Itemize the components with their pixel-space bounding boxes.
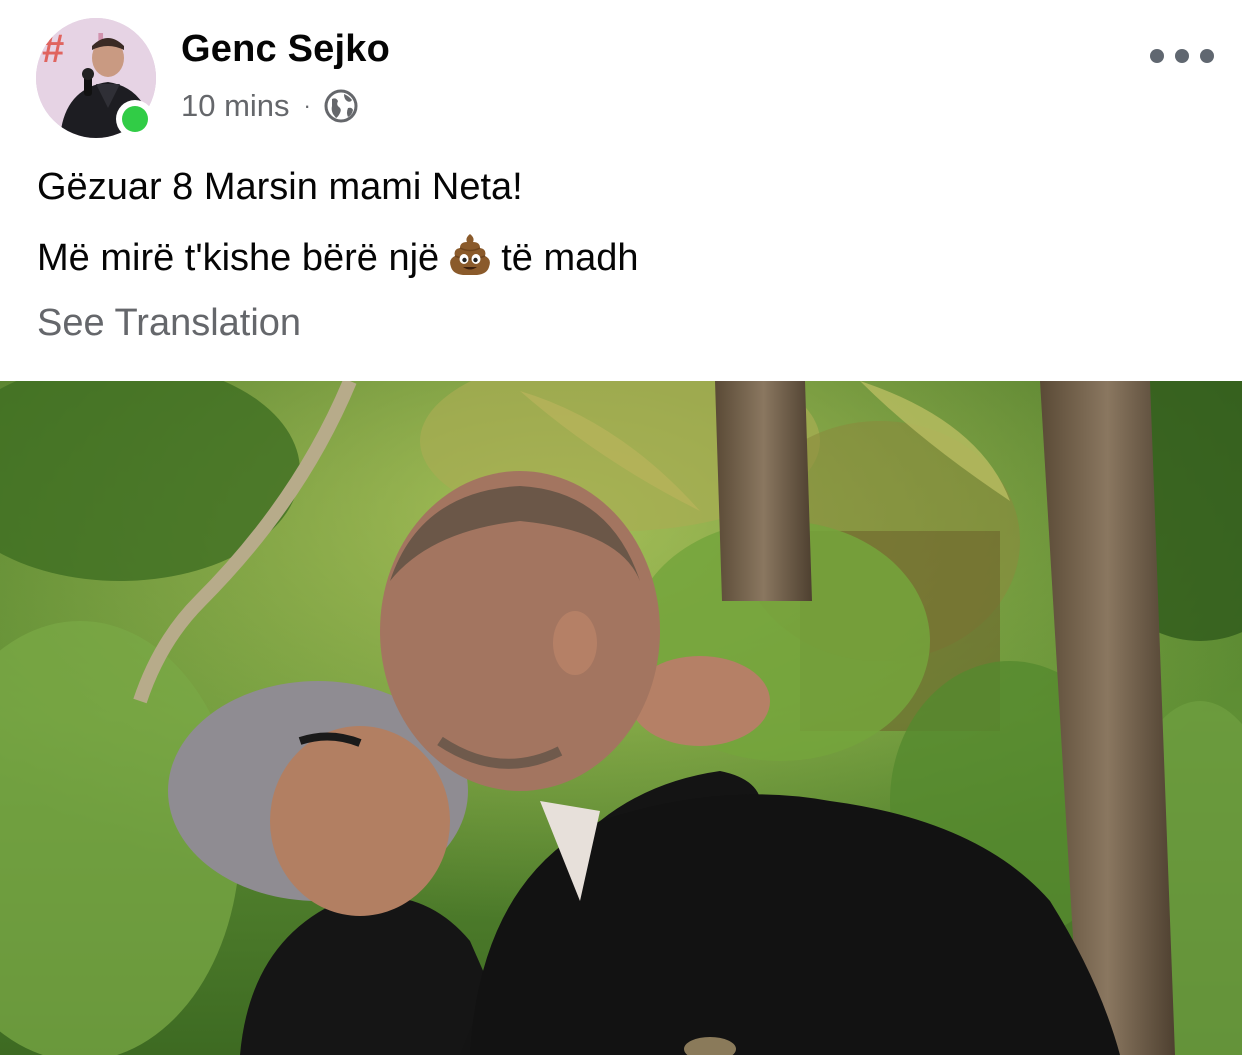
globe-icon[interactable]	[323, 88, 359, 124]
online-status-indicator	[116, 100, 154, 138]
feed-post: # b Genc Sejko 10 mins · Gëzuar 8 Marsin	[0, 0, 1242, 1055]
post-meta: 10 mins ·	[181, 86, 359, 126]
see-translation-link[interactable]: See Translation	[37, 302, 301, 345]
post-text-before-emoji: Më mirë t'kishe bërë një	[37, 237, 440, 279]
post-text-line-1: Gëzuar 8 Marsin mami Neta!	[37, 166, 523, 208]
post-text-line-2: Më mirë t'kishe bërë një të madh	[37, 232, 639, 280]
meta-separator: ·	[303, 93, 311, 118]
pile-of-poo-icon	[447, 232, 493, 278]
post-photo[interactable]	[0, 381, 1242, 1055]
author-name[interactable]: Genc Sejko	[181, 28, 390, 71]
post-text-after-emoji: të madh	[501, 237, 639, 279]
avatar-hashtag: #	[42, 27, 64, 71]
more-options-icon[interactable]	[1150, 40, 1214, 72]
post-time[interactable]: 10 mins	[181, 88, 290, 124]
